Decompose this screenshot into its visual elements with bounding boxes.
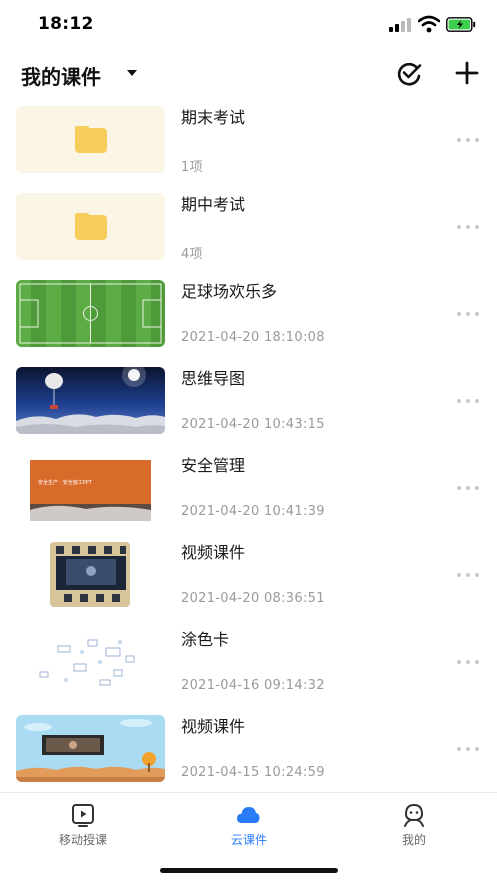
list-item-courseware[interactable]: 安全生产 · 安全施工PPT 安全管理 2021-04-20 10:41:39 (0, 446, 497, 533)
more-icon[interactable] (455, 658, 481, 666)
profile-icon (404, 803, 424, 827)
tab-label: 移动授课 (58, 833, 107, 847)
more-icon[interactable] (455, 136, 481, 144)
tab-mine[interactable]: 我的 (331, 793, 497, 853)
item-timestamp: 2021-04-20 10:43:15 (181, 417, 325, 432)
page-title[interactable]: 我的课件 (21, 61, 101, 90)
item-title: 思维导图 (181, 369, 246, 388)
item-count: 1项 (181, 160, 203, 175)
list-item-courseware[interactable]: 足球场欢乐多 2021-04-20 18:10:08 (0, 272, 497, 359)
space-thumbnail (16, 367, 165, 434)
play-screen-icon (72, 804, 94, 827)
item-timestamp: 2021-04-16 09:14:32 (181, 678, 325, 693)
add-icon[interactable] (453, 59, 481, 87)
coloring-card-thumbnail (16, 628, 165, 695)
list-item-folder[interactable]: 期末考试 1项 (0, 98, 497, 185)
more-icon[interactable] (455, 310, 481, 318)
folder-icon (75, 213, 107, 240)
folder-thumbnail (16, 193, 165, 260)
item-title: 期中考试 (181, 195, 246, 214)
wifi-icon (418, 15, 440, 33)
more-icon[interactable] (455, 397, 481, 405)
multi-select-check-icon[interactable] (396, 60, 424, 86)
tab-label: 我的 (401, 833, 426, 847)
cellular-signal-icon (389, 18, 413, 32)
item-count: 4项 (181, 247, 203, 262)
item-title: 安全管理 (181, 456, 246, 475)
header: 我的课件 (0, 50, 497, 98)
home-indicator (160, 868, 338, 873)
soccer-field-thumbnail (16, 280, 165, 347)
item-title: 视频课件 (181, 717, 246, 736)
caret-down-icon[interactable] (127, 70, 137, 76)
item-timestamp: 2021-04-20 18:10:08 (181, 330, 325, 345)
tab-cloud-courseware[interactable]: 云课件 (166, 793, 332, 853)
more-icon[interactable] (455, 745, 481, 753)
status-bar: 18:12 (0, 0, 497, 50)
list-item-folder[interactable]: 期中考试 4项 (0, 185, 497, 272)
item-title: 期末考试 (181, 108, 246, 127)
item-timestamp: 2021-04-20 10:41:39 (181, 504, 325, 519)
more-icon[interactable] (455, 223, 481, 231)
more-icon[interactable] (455, 484, 481, 492)
item-timestamp: 2021-04-15 10:24:59 (181, 765, 325, 780)
list-item-courseware[interactable]: 视频课件 2021-04-15 10:24:59 (0, 707, 497, 792)
courseware-list: 期末考试 1项 期中考试 4项 足球场欢乐多 2021-04-20 18:10:… (0, 98, 497, 792)
item-timestamp: 2021-04-20 08:36:51 (181, 591, 325, 606)
tab-mobile-teaching[interactable]: 移动授课 (0, 793, 166, 853)
list-item-courseware[interactable]: 视频课件 2021-04-20 08:36:51 (0, 533, 497, 620)
tab-label: 云课件 (230, 833, 267, 847)
list-item-courseware[interactable]: 思维导图 2021-04-20 10:43:15 (0, 359, 497, 446)
item-title: 足球场欢乐多 (181, 282, 278, 301)
more-icon[interactable] (455, 571, 481, 579)
item-title: 涂色卡 (181, 630, 230, 649)
item-title: 视频课件 (181, 543, 246, 562)
video-thumbnail (16, 541, 165, 608)
safety-slide-thumbnail: 安全生产 · 安全施工PPT (16, 454, 165, 521)
folder-icon (75, 126, 107, 153)
battery-icon (446, 17, 476, 32)
folder-thumbnail (16, 106, 165, 173)
video-thumbnail (16, 715, 165, 782)
status-time: 18:12 (38, 14, 94, 34)
list-item-courseware[interactable]: 涂色卡 2021-04-16 09:14:32 (0, 620, 497, 707)
cloud-icon (237, 807, 260, 823)
slide-caption: 安全生产 · 安全施工PPT (38, 479, 93, 486)
